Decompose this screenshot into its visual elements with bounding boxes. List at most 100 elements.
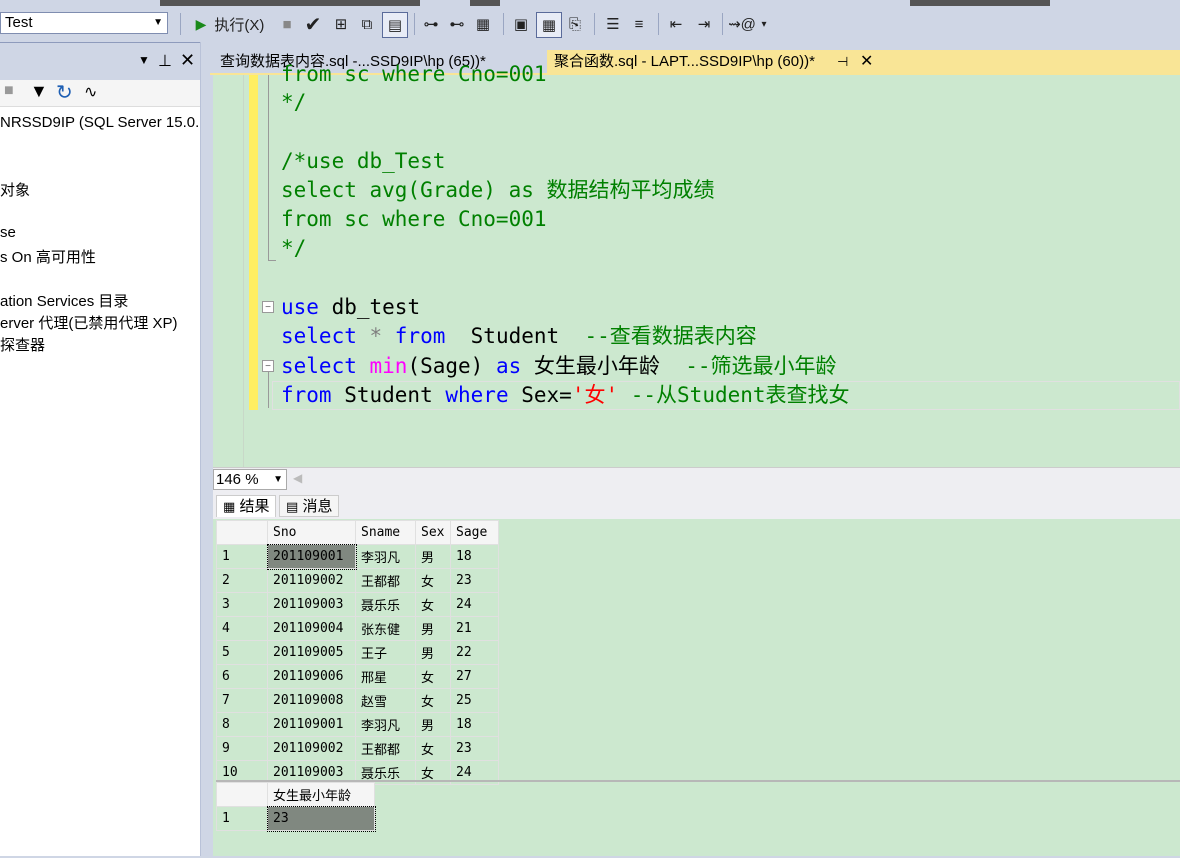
toolbar: Test ▼ ▶ 执行(X) ■ ✔ ⊞ ⧉ ▤ ⊶ ⊷ ▦ ▣ ▦ ⎘ ☰ ≡… <box>0 0 1180 43</box>
table-row[interactable]: 8 201109001 李羽凡男 18 <box>216 712 499 737</box>
grid-cell[interactable]: 18 <box>450 544 499 569</box>
grid-cell[interactable]: 201109003 <box>267 592 356 617</box>
panel-splitter[interactable] <box>200 42 211 856</box>
grid-cell[interactable]: 李羽凡 <box>355 544 416 569</box>
tree-item-always-on[interactable]: s On 高可用性 <box>0 246 96 267</box>
grid-cell[interactable]: 23 <box>450 568 499 593</box>
tab-results[interactable]: ▦ 结果 <box>216 495 277 517</box>
stop-icon[interactable]: ■ <box>278 12 296 36</box>
estimated-plan-icon[interactable]: ⊶ <box>420 12 442 36</box>
tree-item-integration-services[interactable]: ation Services 目录 <box>0 290 128 311</box>
tree-item-objects[interactable]: 对象 <box>0 179 30 200</box>
activity-monitor-icon[interactable]: ∿ <box>84 82 97 102</box>
grid-cell[interactable]: 27 <box>450 664 499 689</box>
grid-cell[interactable]: 201109006 <box>267 664 356 689</box>
grid-cell[interactable]: 女 <box>415 664 451 689</box>
tree-item-profiler[interactable]: 探查器 <box>0 334 45 355</box>
column-header[interactable]: Sex <box>415 520 451 545</box>
intellisense-icon[interactable]: ▦ <box>472 12 494 36</box>
table-row[interactable]: 6 201109006 邢星女 27 <box>216 664 499 689</box>
pin-icon[interactable]: ⊥ <box>158 51 172 71</box>
results-to-grid-icon[interactable]: ▤ <box>382 12 408 38</box>
tree-item-sql-agent[interactable]: erver 代理(已禁用代理 XP) <box>0 312 178 333</box>
tree-item-server[interactable]: NRSSD9IP (SQL Server 15.0.2 <box>0 114 208 131</box>
table-row[interactable]: 5 201109005 王子男 22 <box>216 640 499 665</box>
grid-cell[interactable]: 201109002 <box>267 736 356 761</box>
column-header[interactable]: Sname <box>355 520 416 545</box>
grid-cell[interactable]: 王都都 <box>355 736 416 761</box>
grid-results-icon[interactable]: ▦ <box>536 12 562 38</box>
table-row[interactable]: 1 23 <box>216 805 376 832</box>
query-options-icon[interactable]: ⊷ <box>446 12 468 36</box>
table-row[interactable]: 2 201109002 王都都女 23 <box>216 568 499 593</box>
grid-cell[interactable]: 男 <box>415 640 451 665</box>
grid-cell[interactable]: 邢星 <box>355 664 416 689</box>
results-to-text-icon[interactable]: ⧉ <box>356 12 378 36</box>
grid-cell[interactable]: 女 <box>415 592 451 617</box>
grid-cell[interactable]: 201109002 <box>267 568 356 593</box>
zoom-selector[interactable]: 146 % ▼ <box>213 469 287 490</box>
grid-cell[interactable]: 李羽凡 <box>355 712 416 737</box>
increase-indent-icon[interactable]: ⇥ <box>692 12 716 36</box>
file-results-icon[interactable]: ⎘ <box>564 12 586 36</box>
close-icon[interactable]: ✕ <box>180 50 195 71</box>
column-header[interactable]: 女生最小年龄 <box>267 782 375 807</box>
grid-cell[interactable]: 王子 <box>355 640 416 665</box>
include-plan-icon[interactable]: ▣ <box>510 12 532 36</box>
parse-check-icon[interactable]: ✔ <box>302 12 324 36</box>
grid-cell[interactable]: 女 <box>415 688 451 713</box>
grid-cell[interactable]: 男 <box>415 616 451 641</box>
comment-icon[interactable]: ☰ <box>602 12 624 36</box>
grid-cell[interactable]: 21 <box>450 616 499 641</box>
pin-icon[interactable]: ⊣ <box>837 50 848 74</box>
fold-toggle-icon[interactable]: − <box>262 360 274 372</box>
refresh-icon[interactable]: ↻ <box>56 80 73 105</box>
grid-cell[interactable]: 23 <box>450 736 499 761</box>
tree-item-database[interactable]: se <box>0 224 16 241</box>
decrease-indent-icon[interactable]: ⇤ <box>664 12 688 36</box>
table-row[interactable]: 9 201109002 王都都女 23 <box>216 736 499 761</box>
row-number-header[interactable] <box>216 520 268 545</box>
table-row[interactable]: 4 201109004 张东健男 21 <box>216 616 499 641</box>
dropdown-icon[interactable]: ▼ <box>138 53 150 67</box>
grid-cell[interactable]: 女 <box>415 568 451 593</box>
column-header[interactable]: Sno <box>267 520 356 545</box>
database-selector[interactable]: Test ▼ <box>0 12 168 34</box>
execute-button[interactable]: ▶ 执行(X) <box>190 12 270 36</box>
grid-cell[interactable]: 201109001 <box>266 543 357 570</box>
tab-messages[interactable]: ▤ 消息 <box>279 495 340 517</box>
grid-cell[interactable]: 24 <box>450 592 499 617</box>
grid-cell[interactable]: 201109001 <box>267 712 356 737</box>
table-row[interactable]: 7 201109008 赵雪女 25 <box>216 688 499 713</box>
grid-cell[interactable]: 女 <box>415 736 451 761</box>
scroll-left-icon[interactable]: ◀ <box>293 471 302 485</box>
grid-cell[interactable]: 22 <box>450 640 499 665</box>
specify-values-icon[interactable]: ⇝@ <box>728 12 756 36</box>
grid-cell[interactable]: 201109008 <box>267 688 356 713</box>
grid-cell[interactable]: 张东健 <box>355 616 416 641</box>
grid-cell[interactable]: 25 <box>450 688 499 713</box>
table-row[interactable]: 3 201109003 聂乐乐女 24 <box>216 592 499 617</box>
table-row[interactable]: 1 201109001 李羽凡男 18 <box>216 543 499 570</box>
filter-icon[interactable]: ▼ <box>30 81 48 102</box>
grid-cell[interactable]: 王都都 <box>355 568 416 593</box>
row-number: 6 <box>216 664 268 689</box>
grid-cell[interactable]: 男 <box>415 712 451 737</box>
grid-cell[interactable]: 赵雪 <box>355 688 416 713</box>
grid-cell[interactable]: 201109005 <box>267 640 356 665</box>
grid-cell[interactable]: 201109004 <box>267 616 356 641</box>
fold-toggle-icon[interactable]: − <box>262 301 274 313</box>
code-line: select min(Sage) as 女生最小年龄 --筛选最小年龄 <box>281 352 837 381</box>
toolbar-overflow-icon[interactable]: ▾ <box>758 12 770 36</box>
uncomment-icon[interactable]: ≡ <box>628 12 650 36</box>
grid-cell[interactable]: 男 <box>415 544 451 569</box>
grid-cell[interactable]: 23 <box>266 805 376 832</box>
tab-aggregate-functions[interactable]: 聚合函数.sql - LAPT...SSD9IP\hp (60))* ⊣ ✕ <box>547 50 1180 74</box>
close-tab-icon[interactable]: ✕ <box>860 50 873 74</box>
grid-cell[interactable]: 18 <box>450 712 499 737</box>
row-number-header[interactable] <box>216 782 268 807</box>
grid-cell[interactable]: 聂乐乐 <box>355 592 416 617</box>
column-header[interactable]: Sage <box>450 520 499 545</box>
stop-icon[interactable]: ■ <box>4 82 14 100</box>
debug-icon[interactable]: ⊞ <box>330 12 352 36</box>
